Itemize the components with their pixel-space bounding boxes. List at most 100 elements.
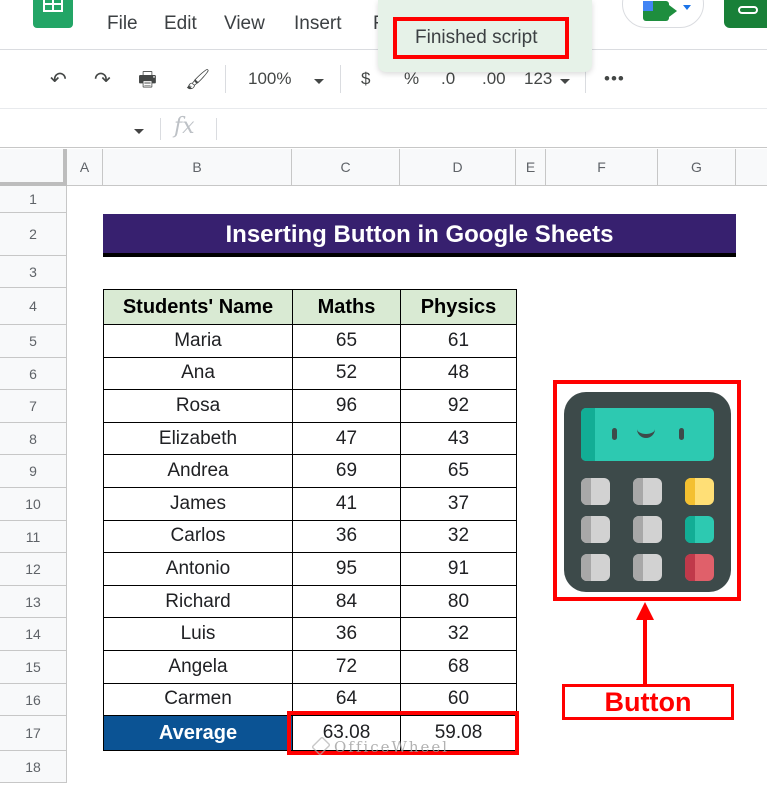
column-header-d[interactable]: D <box>400 149 516 186</box>
row-header-5[interactable]: 5 <box>0 325 67 358</box>
physics-score-cell[interactable]: 68 <box>400 649 517 684</box>
physics-score-cell[interactable]: 92 <box>400 389 517 423</box>
row-header-14[interactable]: 14 <box>0 618 67 651</box>
physics-score-cell[interactable]: 32 <box>400 617 517 651</box>
menu-edit[interactable]: Edit <box>164 13 197 35</box>
student-name-cell[interactable]: Ana <box>103 356 293 391</box>
table-row: James 41 37 <box>103 486 517 521</box>
name-box-dropdown-icon[interactable] <box>134 129 144 134</box>
increase-decimal-button[interactable]: .00 <box>482 69 506 89</box>
physics-score-cell[interactable]: 48 <box>400 356 517 391</box>
row-header-12[interactable]: 12 <box>0 553 67 586</box>
row-header-13[interactable]: 13 <box>0 585 67 619</box>
row-header-8[interactable]: 8 <box>0 422 67 456</box>
more-options-button[interactable]: ••• <box>604 69 625 89</box>
row-header-10[interactable]: 10 <box>0 488 67 521</box>
print-icon[interactable]: 🖶 <box>138 65 157 95</box>
student-name-cell[interactable]: Antonio <box>103 552 293 586</box>
header-maths[interactable]: Maths <box>292 289 401 325</box>
link-icon <box>738 6 758 14</box>
column-header-e[interactable]: E <box>516 149 546 186</box>
column-header-c[interactable]: C <box>292 149 400 186</box>
percent-format-button[interactable]: % <box>404 69 419 89</box>
maths-score-cell[interactable]: 69 <box>292 454 401 488</box>
maths-score-cell[interactable]: 84 <box>292 584 401 619</box>
average-label[interactable]: Average <box>103 715 293 752</box>
formula-divider <box>160 118 161 140</box>
select-all-corner[interactable] <box>0 149 67 186</box>
calculator-screen <box>581 408 714 461</box>
header-physics[interactable]: Physics <box>400 289 517 325</box>
watermark: OfficeWheel <box>334 738 450 756</box>
zoom-dropdown-icon[interactable] <box>314 79 324 84</box>
physics-score-cell[interactable]: 80 <box>400 584 517 619</box>
row-header-6[interactable]: 6 <box>0 357 67 391</box>
fx-icon: fx <box>174 114 195 139</box>
column-header-g[interactable]: G <box>658 149 736 186</box>
physics-score-cell[interactable]: 91 <box>400 552 517 586</box>
row-header-2[interactable]: 2 <box>0 213 67 256</box>
meet-camera-icon <box>643 1 677 21</box>
student-name-cell[interactable]: Luis <box>103 617 293 651</box>
maths-score-cell[interactable]: 72 <box>292 649 401 684</box>
maths-score-cell[interactable]: 95 <box>292 552 401 586</box>
student-name-cell[interactable]: Elizabeth <box>103 421 293 456</box>
maths-score-cell[interactable]: 47 <box>292 421 401 456</box>
student-name-cell[interactable]: Carlos <box>103 519 293 554</box>
number-format-button[interactable]: 123 <box>524 69 552 89</box>
student-name-cell[interactable]: James <box>103 486 293 521</box>
student-name-cell[interactable]: Richard <box>103 584 293 619</box>
row-header-4[interactable]: 4 <box>0 288 67 325</box>
student-name-cell[interactable]: Andrea <box>103 454 293 488</box>
share-button[interactable] <box>724 0 767 28</box>
paint-format-icon[interactable]: 🖌 <box>185 65 210 95</box>
sheets-logo-icon[interactable] <box>33 0 73 28</box>
physics-score-cell[interactable]: 61 <box>400 324 517 358</box>
table-row: Andrea 69 65 <box>103 454 517 488</box>
maths-score-cell[interactable]: 96 <box>292 389 401 423</box>
currency-format-button[interactable]: $ <box>361 69 370 89</box>
maths-score-cell[interactable]: 41 <box>292 486 401 521</box>
column-header-b[interactable]: B <box>103 149 292 186</box>
zoom-select[interactable]: 100% <box>248 69 291 89</box>
row-header-7[interactable]: 7 <box>0 390 67 423</box>
row-header-16[interactable]: 16 <box>0 683 67 717</box>
student-name-cell[interactable]: Maria <box>103 324 293 358</box>
row-header-11[interactable]: 11 <box>0 520 67 554</box>
maths-score-cell[interactable]: 36 <box>292 519 401 554</box>
menu-file[interactable]: File <box>107 13 138 35</box>
row-header-15[interactable]: 15 <box>0 651 67 684</box>
sheet-title[interactable]: Inserting Button in Google Sheets <box>103 214 736 257</box>
student-name-cell[interactable]: Rosa <box>103 389 293 423</box>
eye-icon <box>612 428 617 440</box>
row-header-9[interactable]: 9 <box>0 455 67 488</box>
meet-button[interactable] <box>622 0 704 28</box>
calculator-button-icon[interactable] <box>564 392 731 592</box>
physics-score-cell[interactable]: 43 <box>400 421 517 456</box>
calculator-key <box>685 554 714 581</box>
undo-icon[interactable]: ↶ <box>50 65 67 95</box>
row-header-3[interactable]: 3 <box>0 256 67 288</box>
redo-icon[interactable]: ↷ <box>94 65 111 95</box>
button-annotation-label: Button <box>562 684 734 720</box>
maths-score-cell[interactable]: 36 <box>292 617 401 651</box>
row-header-18[interactable]: 18 <box>0 751 67 784</box>
maths-score-cell[interactable]: 65 <box>292 324 401 358</box>
maths-score-cell[interactable]: 52 <box>292 356 401 391</box>
table-row: Angela 72 68 <box>103 649 517 684</box>
column-header-f[interactable]: F <box>546 149 658 186</box>
physics-score-cell[interactable]: 37 <box>400 486 517 521</box>
row-header-17[interactable]: 17 <box>0 716 67 752</box>
menu-view[interactable]: View <box>224 13 265 35</box>
header-students-name[interactable]: Students' Name <box>103 289 293 325</box>
number-format-dropdown-icon[interactable] <box>560 79 570 84</box>
decrease-decimal-button[interactable]: .0 <box>441 69 455 89</box>
column-header-h[interactable] <box>736 149 767 186</box>
physics-score-cell[interactable]: 32 <box>400 519 517 554</box>
student-name-cell[interactable]: Angela <box>103 649 293 684</box>
column-header-a[interactable]: A <box>67 149 103 186</box>
physics-score-cell[interactable]: 65 <box>400 454 517 488</box>
row-header-1[interactable]: 1 <box>0 186 67 213</box>
menu-insert[interactable]: Insert <box>294 13 342 35</box>
student-name-cell[interactable]: Carmen <box>103 682 293 717</box>
